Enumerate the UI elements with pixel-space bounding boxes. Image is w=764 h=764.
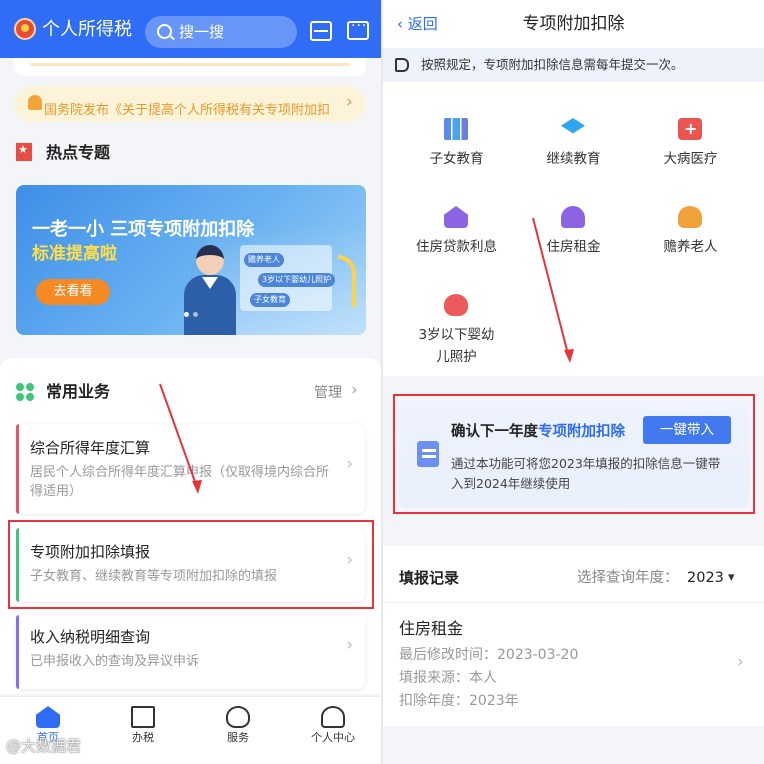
annotation-arrow [159,383,202,494]
left-phone-screen: 个人所得税 搜一搜 国务院发布《关于提高个人所得税有关专项附加扣 › 热点专题 … [0,0,381,764]
arrow-head [564,349,574,363]
right-phone-screen: 专项附加扣除 ‹ 返回 按照规定，专项附加扣除信息需每年提交一次。 子女教育 继… [383,0,764,764]
arrow-line [159,383,199,491]
arrow-head [192,480,202,494]
annotation-arrow [532,217,574,363]
arrow-line [532,217,570,359]
